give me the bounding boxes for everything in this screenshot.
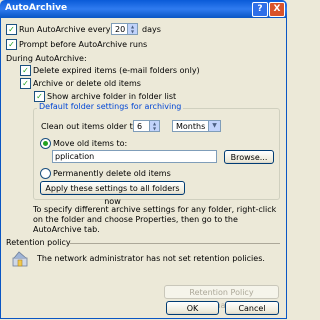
- retention-policy-text: The network administrator has not set re…: [37, 254, 265, 263]
- delete-expired-checkbox[interactable]: ✓: [20, 65, 31, 76]
- move-old-radio[interactable]: [40, 138, 51, 149]
- info-text-line: on the folder and choose Properties, the…: [33, 215, 238, 224]
- permanently-delete-label: Permanently delete old items: [53, 169, 171, 178]
- during-autoarchive-label: During AutoArchive:: [6, 54, 87, 63]
- run-autoarchive-label: Run AutoArchive every: [19, 25, 111, 34]
- clean-out-label: Clean out items older than: [41, 122, 148, 131]
- archive-path-value: pplication Data\Microsoft\Outlook\archiv…: [55, 152, 95, 161]
- browse-button[interactable]: Browse...: [224, 150, 274, 164]
- window-title: AutoArchive: [5, 3, 68, 13]
- spinner-arrows-icon[interactable]: ▲ ▼: [149, 121, 159, 131]
- archive-old-checkbox[interactable]: ✓: [20, 78, 31, 89]
- retention-info-icon: [12, 251, 28, 267]
- age-value: 6: [137, 122, 143, 131]
- show-archive-folder-checkbox[interactable]: ✓: [34, 91, 45, 102]
- prompt-label: Prompt before AutoArchive runs: [19, 40, 148, 49]
- move-old-label: Move old items to:: [53, 139, 128, 148]
- default-settings-group-title: Default folder settings for archiving: [37, 102, 184, 111]
- retention-policy-info-button[interactable]: Retention Policy Information...: [164, 285, 279, 310]
- age-spinner[interactable]: 6 ▲ ▼: [133, 120, 160, 132]
- title-bar: AutoArchive ? X: [0, 0, 287, 18]
- run-days-spinner[interactable]: 20 ▲ ▼: [111, 23, 138, 35]
- run-days-unit: days: [142, 25, 161, 34]
- archive-path-field[interactable]: pplication Data\Microsoft\Outlook\archiv…: [52, 150, 217, 163]
- prompt-checkbox[interactable]: ✓: [6, 39, 17, 50]
- help-icon: ?: [257, 4, 263, 14]
- delete-expired-label: Delete expired items (e-mail folders onl…: [33, 66, 200, 75]
- close-button[interactable]: X: [269, 2, 285, 17]
- age-unit-value: Months: [176, 122, 206, 131]
- info-text-line: To specify different archive settings fo…: [33, 205, 277, 214]
- help-button[interactable]: ?: [252, 2, 268, 17]
- retention-policy-label: Retention policy: [6, 238, 71, 247]
- chevron-down-icon[interactable]: ▼: [208, 121, 220, 131]
- info-text-line: AutoArchive tab.: [33, 225, 100, 234]
- ok-button[interactable]: OK: [166, 301, 219, 315]
- spinner-arrows-icon[interactable]: ▲ ▼: [127, 24, 137, 34]
- archive-old-label: Archive or delete old items: [33, 79, 141, 88]
- apply-all-folders-button[interactable]: Apply these settings to all folders now: [40, 181, 185, 206]
- permanently-delete-radio[interactable]: [40, 168, 51, 179]
- cancel-button[interactable]: Cancel: [225, 301, 279, 315]
- retention-divider: [70, 243, 280, 244]
- close-icon: X: [273, 4, 281, 14]
- age-unit-select[interactable]: Months ▼: [172, 120, 221, 132]
- run-autoarchive-checkbox[interactable]: ✓: [6, 24, 17, 35]
- show-archive-folder-label: Show archive folder in folder list: [47, 92, 177, 101]
- run-days-value: 20: [115, 25, 126, 34]
- radio-selected-dot: [43, 141, 48, 146]
